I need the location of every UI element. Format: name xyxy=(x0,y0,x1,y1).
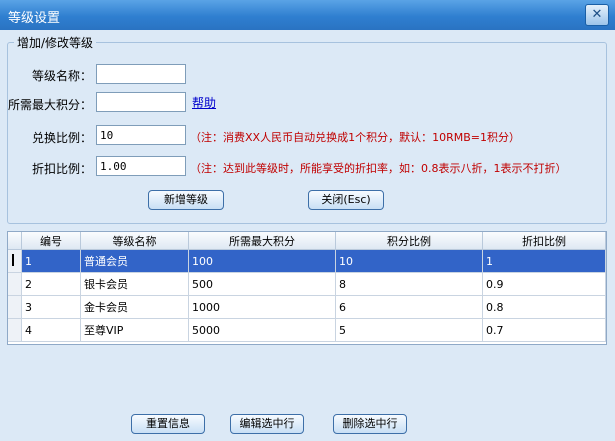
cell-discount-ratio[interactable]: 0.7 xyxy=(482,318,606,342)
cell-discount-ratio[interactable]: 0.9 xyxy=(482,272,606,296)
cell-points-ratio[interactable]: 8 xyxy=(335,272,483,296)
title-bar[interactable]: 等级设置 ✕ xyxy=(0,0,615,30)
current-row-marker-icon xyxy=(12,253,18,266)
exchange-ratio-note: （注：消费XX人民币自动兑换成1个积分，默认：10RMB=1积分） xyxy=(190,131,520,144)
edit-selected-row-button[interactable]: 编辑选中行 xyxy=(230,414,304,434)
cell-id[interactable]: 2 xyxy=(21,272,81,296)
footer-bar: 重置信息 编辑选中行 删除选中行 xyxy=(0,405,615,441)
column-header-discount-ratio[interactable]: 折扣比例 xyxy=(482,232,606,250)
column-header-level-name[interactable]: 等级名称 xyxy=(80,232,189,250)
cell-max-points[interactable]: 5000 xyxy=(188,318,336,342)
groupbox-legend: 增加/修改等级 xyxy=(14,34,97,51)
max-points-label: 所需最大积分： xyxy=(7,98,92,112)
max-points-input[interactable] xyxy=(96,92,186,112)
cell-level-name[interactable]: 至尊VIP xyxy=(80,318,189,342)
cell-id[interactable]: 4 xyxy=(21,318,81,342)
cell-id[interactable]: 1 xyxy=(21,249,81,273)
table-row[interactable]: 1 普通会员 100 10 1 xyxy=(8,249,606,273)
row-indicator[interactable] xyxy=(8,318,22,342)
table-row[interactable]: 4 至尊VIP 5000 5 0.7 xyxy=(8,318,606,342)
close-button[interactable]: 关闭(Esc) xyxy=(308,190,384,210)
column-header-id[interactable]: 编号 xyxy=(21,232,81,250)
table-header-row: 编号 等级名称 所需最大积分 积分比例 折扣比例 xyxy=(8,232,606,250)
cell-points-ratio[interactable]: 5 xyxy=(335,318,483,342)
row-indicator[interactable] xyxy=(8,272,22,296)
cell-points-ratio[interactable]: 10 xyxy=(335,249,483,273)
level-settings-window: 等级设置 ✕ 增加/修改等级 等级名称： 所需最大积分： 帮助 兑换比例： （注… xyxy=(0,0,615,441)
cell-level-name[interactable]: 金卡会员 xyxy=(80,295,189,319)
cell-id[interactable]: 3 xyxy=(21,295,81,319)
row-indicator[interactable] xyxy=(8,249,22,273)
discount-ratio-label: 折扣比例： xyxy=(31,162,92,176)
delete-selected-row-button[interactable]: 删除选中行 xyxy=(333,414,407,434)
column-header-points-ratio[interactable]: 积分比例 xyxy=(335,232,483,250)
discount-ratio-input[interactable] xyxy=(96,156,186,176)
discount-ratio-note: （注：达到此等级时，所能享受的折扣率，如：0.8表示八折，1表示不打折） xyxy=(190,162,567,175)
row-indicator[interactable] xyxy=(8,295,22,319)
exchange-ratio-input[interactable] xyxy=(96,125,186,145)
add-level-button[interactable]: 新增等级 xyxy=(148,190,224,210)
table-row[interactable]: 2 银卡会员 500 8 0.9 xyxy=(8,272,606,296)
cell-discount-ratio[interactable]: 0.8 xyxy=(482,295,606,319)
reset-info-button[interactable]: 重置信息 xyxy=(131,414,205,434)
column-header-max-points[interactable]: 所需最大积分 xyxy=(188,232,336,250)
cell-level-name[interactable]: 普通会员 xyxy=(80,249,189,273)
table-row[interactable]: 3 金卡会员 1000 6 0.8 xyxy=(8,295,606,319)
row-indicator-header xyxy=(8,232,22,250)
cell-points-ratio[interactable]: 6 xyxy=(335,295,483,319)
cell-level-name[interactable]: 银卡会员 xyxy=(80,272,189,296)
cell-discount-ratio[interactable]: 1 xyxy=(482,249,606,273)
level-name-input[interactable] xyxy=(96,64,186,84)
window-close-button[interactable]: ✕ xyxy=(585,4,609,26)
help-link[interactable]: 帮助 xyxy=(192,94,216,111)
exchange-ratio-label: 兑换比例： xyxy=(31,131,92,145)
cell-max-points[interactable]: 100 xyxy=(188,249,336,273)
cell-max-points[interactable]: 1000 xyxy=(188,295,336,319)
level-table[interactable]: 编号 等级名称 所需最大积分 积分比例 折扣比例 1 普通会员 100 10 1 xyxy=(7,231,607,345)
window-title: 等级设置 xyxy=(8,11,61,26)
level-name-label: 等级名称： xyxy=(31,69,92,83)
cell-max-points[interactable]: 500 xyxy=(188,272,336,296)
